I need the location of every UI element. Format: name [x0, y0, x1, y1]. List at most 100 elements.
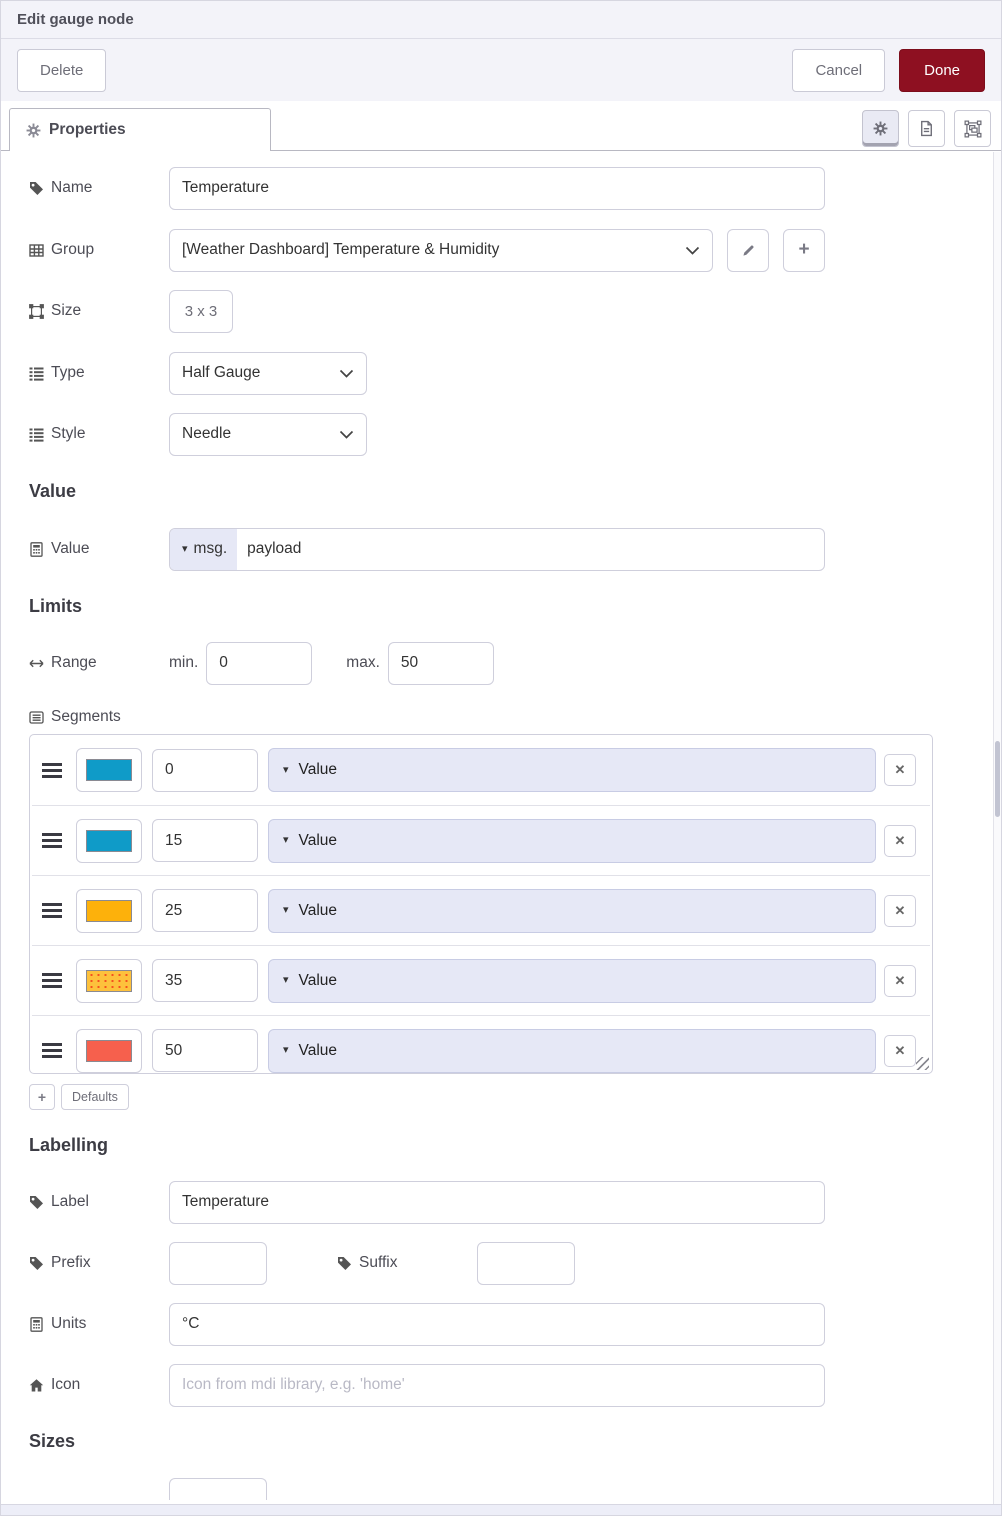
caret-down-icon: ▾: [283, 974, 289, 986]
segment-type-value: Value: [298, 971, 338, 989]
segment-row: ▾ Value ✕: [32, 735, 930, 805]
segment-type-select[interactable]: ▾ Value: [268, 748, 876, 792]
color-swatch: [86, 759, 132, 781]
label-input[interactable]: [169, 1180, 825, 1224]
defaults-button[interactable]: Defaults: [61, 1084, 129, 1110]
close-icon: ✕: [894, 902, 906, 918]
drag-handle-icon[interactable]: [42, 833, 62, 848]
properties-icon-button[interactable]: [862, 110, 899, 147]
drag-handle-icon[interactable]: [42, 903, 62, 918]
value-section-heading: Value: [29, 481, 77, 501]
segment-color-button[interactable]: [76, 818, 142, 863]
group-select[interactable]: [Weather Dashboard] Temperature & Humidi…: [169, 228, 713, 272]
segment-value-input[interactable]: [152, 959, 258, 1002]
group-row: Group [Weather Dashboard] Temperature & …: [29, 228, 973, 272]
caret-down-icon: ▾: [283, 763, 289, 776]
resize-handle[interactable]: [916, 1057, 929, 1070]
tag-icon: [30, 181, 43, 195]
dialog-toolbar: Delete Cancel Done: [1, 39, 1001, 101]
typed-input-type: msg.: [193, 540, 228, 557]
range-row: Range min. max.: [29, 641, 973, 685]
remove-segment-button[interactable]: ✕: [884, 894, 916, 927]
range-min-input[interactable]: [206, 641, 313, 685]
description-icon-button[interactable]: [908, 110, 945, 147]
size-button[interactable]: 3 x 3: [169, 289, 233, 333]
range-min-label: min.: [169, 654, 199, 671]
plus-icon: +: [798, 239, 810, 260]
segment-value-input[interactable]: [152, 1029, 258, 1072]
tag-icon: [338, 1256, 351, 1270]
remove-segment-button[interactable]: ✕: [884, 964, 916, 997]
prefix-suffix-row: Prefix Suffix: [29, 1241, 973, 1285]
color-swatch: [86, 899, 132, 922]
gear-icon: [26, 123, 41, 137]
drag-handle-icon[interactable]: [42, 973, 62, 988]
editor-tabbar: Properties: [1, 101, 1001, 152]
remove-segment-button[interactable]: ✕: [884, 1034, 916, 1067]
scrollbar-thumb[interactable]: [995, 741, 1000, 817]
segment-type-select[interactable]: ▾ Value: [268, 888, 876, 933]
range-max-input[interactable]: [387, 641, 494, 685]
segment-type-value: Value: [298, 761, 338, 778]
type-select[interactable]: Half Gauge: [169, 351, 367, 395]
segment-type-value: Value: [298, 901, 338, 919]
style-label: Style: [51, 425, 86, 442]
segment-value-input[interactable]: [152, 819, 258, 862]
sizes-width-input[interactable]: [169, 1478, 267, 1500]
color-swatch: [86, 1039, 132, 1062]
units-input[interactable]: [169, 1302, 825, 1346]
calculator-icon: [30, 541, 43, 557]
value-typed-input[interactable]: ▾ msg. payload: [169, 527, 825, 571]
name-label: Name: [51, 179, 93, 196]
label-row: Label: [29, 1180, 973, 1224]
cancel-button[interactable]: Cancel: [792, 48, 886, 92]
type-select-value: Half Gauge: [182, 364, 261, 381]
limits-section-heading: Limits: [29, 596, 83, 616]
segment-type-select[interactable]: ▾ Value: [268, 818, 876, 863]
typed-input-type-button[interactable]: ▾ msg.: [170, 528, 238, 570]
tag-icon: [30, 1195, 43, 1209]
name-input[interactable]: [169, 166, 825, 210]
prefix-label: Prefix: [51, 1254, 91, 1271]
tab-properties[interactable]: Properties: [9, 108, 271, 152]
dialog-title: Edit gauge node: [17, 11, 134, 28]
suffix-input[interactable]: [477, 1241, 575, 1285]
add-segment-button[interactable]: +: [29, 1084, 55, 1110]
vertical-scrollbar[interactable]: [993, 152, 1001, 1504]
segment-color-button[interactable]: [76, 888, 142, 933]
drag-handle-icon[interactable]: [42, 1043, 62, 1058]
segment-color-button[interactable]: [76, 748, 142, 792]
segment-value-input[interactable]: [152, 748, 258, 792]
add-group-button[interactable]: +: [783, 228, 825, 272]
list-icon: [29, 367, 44, 381]
style-select[interactable]: Needle: [169, 412, 367, 456]
prefix-input[interactable]: [169, 1241, 267, 1285]
drag-handle-icon[interactable]: [42, 762, 62, 778]
range-label: Range: [51, 654, 97, 671]
icon-input[interactable]: [169, 1363, 825, 1407]
size-label: Size: [51, 302, 82, 319]
segment-row: ▾ Value ✕: [32, 805, 930, 875]
segment-type-select[interactable]: ▾ Value: [268, 958, 876, 1003]
segment-color-button[interactable]: [76, 1028, 142, 1073]
remove-segment-button[interactable]: ✕: [884, 824, 916, 857]
dialog-footer-edge: [1, 1504, 1001, 1515]
close-icon: ✕: [894, 832, 906, 848]
caret-down-icon: ▾: [283, 834, 289, 846]
style-row: Style Needle: [29, 412, 973, 456]
typed-input-value[interactable]: payload: [237, 529, 311, 570]
remove-segment-button[interactable]: ✕: [884, 754, 916, 786]
edit-group-button[interactable]: [727, 228, 769, 272]
delete-button[interactable]: Delete: [17, 48, 107, 92]
units-label: Units: [51, 1315, 87, 1332]
chevron-down-icon: [339, 430, 354, 439]
done-button[interactable]: Done: [899, 48, 985, 92]
segment-value-input[interactable]: [152, 889, 258, 932]
appearance-icon: [964, 120, 981, 137]
appearance-icon-button[interactable]: [954, 110, 991, 147]
segment-color-button[interactable]: [76, 958, 142, 1003]
segment-type-select[interactable]: ▾ Value: [268, 1028, 876, 1073]
caret-down-icon: ▾: [182, 542, 188, 555]
close-icon: ✕: [894, 762, 906, 777]
sizes-section-heading: Sizes: [29, 1431, 76, 1451]
